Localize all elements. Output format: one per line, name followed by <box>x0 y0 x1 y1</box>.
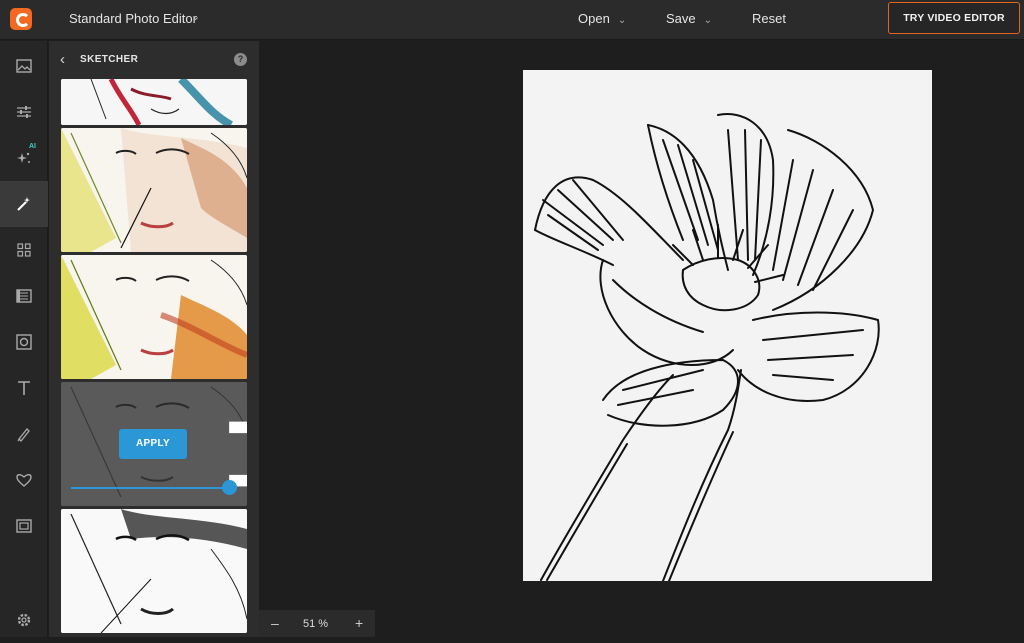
settings-icon <box>17 613 31 627</box>
zoom-in-button[interactable]: + <box>355 615 363 631</box>
chevron-down-icon[interactable]: ⌄ <box>191 10 200 23</box>
text-icon <box>18 381 30 395</box>
rail-item-text[interactable] <box>0 365 48 411</box>
app-logo-icon[interactable] <box>10 8 32 30</box>
chevron-down-icon: ⌄ <box>703 15 713 26</box>
brush-icon <box>17 428 30 442</box>
ai-sparkle-icon <box>17 152 30 163</box>
rail-item-adjust[interactable] <box>0 89 48 135</box>
rail-item-favorites[interactable] <box>0 457 48 503</box>
tool-rail: AI <box>0 41 48 637</box>
effect-thumbnail-image <box>61 79 247 125</box>
intensity-slider-handle[interactable] <box>222 480 237 495</box>
rail-item-grid[interactable] <box>0 227 48 273</box>
effects-panel: ‹ SKETCHER ? APPLY <box>49 41 259 637</box>
effect-thumbnail[interactable] <box>61 128 247 252</box>
effect-thumbnail[interactable] <box>61 255 247 379</box>
effect-thumbnail-image <box>61 128 247 252</box>
bottom-bar: – 51 % + <box>259 610 1024 637</box>
effect-thumbnail-image <box>61 255 247 379</box>
adjust-sliders-icon <box>17 106 31 118</box>
chevron-down-icon: ⌄ <box>617 15 627 26</box>
flower-sketch-image <box>523 70 932 581</box>
rail-item-ai[interactable]: AI <box>0 135 48 181</box>
save-menu-label: Save <box>666 11 696 26</box>
rail-item-effects[interactable] <box>0 181 48 227</box>
image-icon <box>16 59 32 73</box>
rail-item-border[interactable] <box>0 503 48 549</box>
effect-thumbnail-selected[interactable]: APPLY <box>61 382 247 506</box>
app-title[interactable]: Standard Photo Editor <box>69 11 197 26</box>
effect-thumbnail[interactable] <box>61 509 247 633</box>
save-menu[interactable]: Save ⌄ <box>666 11 712 26</box>
zoom-control: – 51 % + <box>259 610 375 637</box>
reset-button[interactable]: Reset <box>752 11 786 26</box>
help-icon[interactable]: ? <box>234 53 247 66</box>
back-chevron-icon[interactable]: ‹ <box>60 51 65 68</box>
effect-thumbnail[interactable] <box>61 79 247 125</box>
rail-item-image[interactable] <box>0 43 48 89</box>
top-bar: Standard Photo Editor ⌄ Open ⌄ Save ⌄ Rese… <box>0 0 1024 40</box>
effect-thumbnail-image <box>61 509 247 633</box>
rail-item-texture[interactable] <box>0 273 48 319</box>
intensity-slider-track[interactable] <box>71 487 231 489</box>
texture-icon <box>16 289 32 303</box>
panel-title: SKETCHER <box>80 54 139 65</box>
apply-button[interactable]: APPLY <box>119 429 187 459</box>
edited-photo[interactable] <box>523 70 932 581</box>
magic-wand-icon <box>17 197 30 211</box>
ai-badge: AI <box>29 143 36 150</box>
open-menu[interactable]: Open ⌄ <box>578 11 626 26</box>
panel-header: ‹ SKETCHER ? <box>49 41 259 79</box>
zoom-level: 51 % <box>303 618 329 630</box>
open-menu-label: Open <box>578 11 610 26</box>
grid-icon <box>17 243 31 257</box>
reset-button-label: Reset <box>752 11 786 26</box>
zoom-out-button[interactable]: – <box>271 615 279 631</box>
frame-icon <box>16 334 32 350</box>
rail-item-draw[interactable] <box>0 411 48 457</box>
try-video-editor-button[interactable]: TRY VIDEO EDITOR <box>888 2 1020 34</box>
heart-icon <box>16 474 32 487</box>
rail-item-settings[interactable] <box>0 597 48 643</box>
border-icon <box>16 519 32 533</box>
rail-item-frame[interactable] <box>0 319 48 365</box>
